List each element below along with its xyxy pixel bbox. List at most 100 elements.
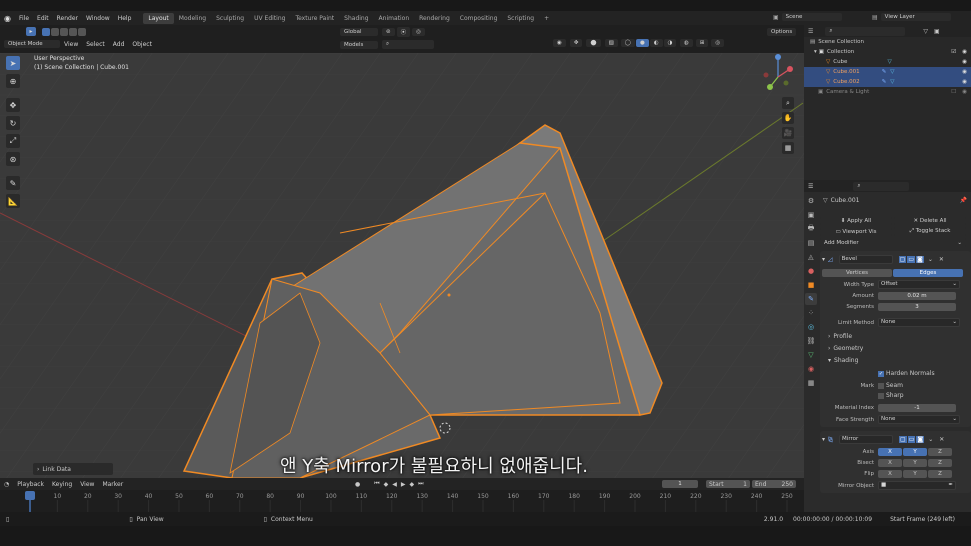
render-display-icon[interactable]: ◙ [916, 435, 925, 443]
filter-icon[interactable]: ▽ [923, 28, 928, 35]
timeline-menu-marker[interactable]: Marker [98, 481, 127, 488]
constraints-tab-icon[interactable]: ⛓ [805, 335, 817, 347]
timeline-menu-view[interactable]: View [76, 481, 98, 488]
outliner-search-input[interactable]: ⌕ [825, 26, 906, 36]
checkbox-icon[interactable]: ☐ [951, 89, 956, 95]
proportional-edit-icon[interactable]: ◎ [412, 28, 425, 36]
chevron-down-icon[interactable]: ⌄ [928, 436, 933, 443]
bisect-z-toggle[interactable]: Z [928, 459, 952, 467]
camera-icon[interactable]: 🎥 [782, 127, 794, 139]
object-tab-icon[interactable]: ■ [805, 279, 817, 291]
snap-toggle-icon[interactable]: ⊞ [695, 39, 709, 47]
flip-x-toggle[interactable]: X [878, 470, 902, 478]
workspace-tab-modeling[interactable]: Modeling [174, 13, 211, 24]
checkbox-icon[interactable] [878, 382, 884, 389]
next-keyframe-icon[interactable]: ◆ [410, 481, 415, 488]
outliner-item[interactable]: ▽ Cube ▽ ◉ [804, 57, 971, 67]
close-icon[interactable]: ✕ [939, 256, 944, 263]
menu-render[interactable]: Render [53, 15, 82, 22]
proportional-toggle-icon[interactable]: ◎ [711, 39, 725, 47]
viewport-menu-object[interactable]: Object [128, 41, 156, 48]
properties-editor-icon[interactable]: ☰ [808, 183, 813, 190]
pivot-icon[interactable]: ⊚ [382, 28, 395, 36]
viewport-display-icon[interactable]: ▭ [907, 255, 915, 263]
search-input[interactable]: ⌕ [382, 40, 434, 49]
prev-keyframe-icon[interactable]: ◆ [384, 481, 389, 488]
checkbox-icon[interactable] [878, 392, 884, 399]
select-box-icon[interactable]: ▸ [26, 27, 36, 36]
select-mode-invert-icon[interactable] [69, 27, 77, 36]
current-frame-field[interactable]: 1 [662, 480, 698, 488]
delete-all-button[interactable]: ✕ Delete All [894, 217, 966, 225]
material-tab-icon[interactable]: ◉ [805, 363, 817, 375]
eyedropper-icon[interactable]: ✒ [948, 482, 953, 489]
jump-start-icon[interactable]: ⏮ [374, 480, 379, 488]
checkbox-icon[interactable]: ☑ [951, 49, 956, 55]
workspace-tab-uv-editing[interactable]: UV Editing [249, 13, 290, 24]
material-index-field[interactable]: -1 [878, 404, 956, 412]
playhead-handle[interactable] [25, 491, 35, 500]
properties-search-input[interactable]: ⌕ [853, 181, 910, 191]
mirror-name-field[interactable]: Mirror [839, 434, 894, 444]
tool-tab-icon[interactable]: ⚙ [805, 195, 817, 207]
snap-icon[interactable]: ⦿ [396, 27, 411, 37]
menu-window[interactable]: Window [82, 15, 114, 22]
outliner-editor-icon[interactable]: ☰ [808, 28, 813, 35]
timeline-menu-keying[interactable]: Keying [48, 481, 76, 488]
timeline-editor-icon[interactable]: ◔ [4, 481, 9, 488]
edges-toggle-button[interactable]: Edges [893, 269, 963, 277]
play-icon[interactable]: ▶ [401, 481, 406, 488]
render-display-icon[interactable]: ◙ [915, 255, 924, 263]
collapse-arrow-icon[interactable]: ▾ [822, 436, 825, 443]
eye-icon[interactable]: ◉ [962, 89, 967, 95]
transform-tool-icon[interactable]: ⊛ [6, 152, 20, 166]
axis-x-toggle[interactable]: X [878, 448, 902, 456]
object-mode-dropdown[interactable]: Object Mode [4, 40, 60, 48]
timeline-menu-playback[interactable]: Playback [13, 481, 48, 488]
edit-mode-icon[interactable]: ▢ [898, 255, 907, 263]
camera-view-icon[interactable]: ◍ [680, 39, 693, 47]
rendered-shading-icon[interactable]: ◑ [663, 39, 677, 47]
workspace-tab-shading[interactable]: Shading [339, 13, 373, 24]
view-layer-tab-icon[interactable]: ▤ [805, 237, 817, 249]
chevron-down-icon[interactable]: ⌄ [928, 256, 933, 263]
workspace-tab-scripting[interactable]: Scripting [502, 13, 539, 24]
xray-icon[interactable]: ▨ [604, 39, 618, 47]
select-mode-extend-icon[interactable] [51, 27, 59, 36]
viewport-menu-view[interactable]: View [60, 41, 82, 48]
models-dropdown[interactable]: Models [340, 40, 378, 49]
grid-view-icon[interactable]: ▦ [782, 142, 794, 154]
options-dropdown[interactable]: Options [767, 28, 797, 36]
segments-field[interactable]: 3 [878, 303, 956, 311]
end-frame-field[interactable]: End 250 [752, 480, 796, 488]
blender-logo-icon[interactable]: ◉ [0, 14, 15, 23]
flip-y-toggle[interactable]: Y [903, 470, 927, 478]
timeline-track[interactable]: 1102030405060708090100110120130140150160… [0, 490, 804, 512]
outliner-item[interactable]: ▽ Cube.001 ✎ ▽ ◉ [804, 67, 971, 77]
cursor-tool-icon[interactable]: ⊕ [6, 74, 20, 88]
record-icon[interactable]: ● [355, 481, 360, 488]
toggle-stack-button[interactable]: ⤢ Toggle Stack [894, 227, 966, 236]
select-mode-intersect-icon[interactable] [78, 27, 86, 36]
limit-method-dropdown[interactable]: None ⌄ [878, 318, 960, 327]
scene-tab-icon[interactable]: ◬ [805, 251, 817, 263]
data-tab-icon[interactable]: ▽ [805, 349, 817, 361]
render-tab-icon[interactable]: ▣ [805, 209, 817, 221]
texture-tab-icon[interactable]: ▦ [805, 377, 817, 389]
bisect-x-toggle[interactable]: X [878, 459, 902, 467]
add-modifier-dropdown[interactable]: Add Modifier ⌄ [820, 238, 966, 247]
apply-all-button[interactable]: ⬇ Apply All [820, 217, 892, 225]
options-label[interactable]: Options [767, 28, 797, 36]
link-data-panel[interactable]: › Link Data [33, 463, 113, 475]
eye-icon[interactable]: ◉ [962, 69, 967, 75]
particles-tab-icon[interactable]: ⁘ [805, 307, 817, 319]
eye-icon[interactable]: ◉ [962, 49, 967, 55]
viewport-menu-select[interactable]: Select [82, 41, 109, 48]
collapse-arrow-icon[interactable]: ▾ [822, 256, 825, 263]
zoom-icon[interactable]: ⌕ [782, 97, 794, 109]
view-layer-name[interactable]: View Layer [880, 13, 951, 21]
amount-field[interactable]: 0.02 m [878, 292, 956, 300]
edit-mode-icon[interactable]: ▢ [899, 435, 907, 443]
scene-selector[interactable]: ▣ Scene [773, 13, 842, 21]
menu-file[interactable]: File [15, 15, 33, 22]
